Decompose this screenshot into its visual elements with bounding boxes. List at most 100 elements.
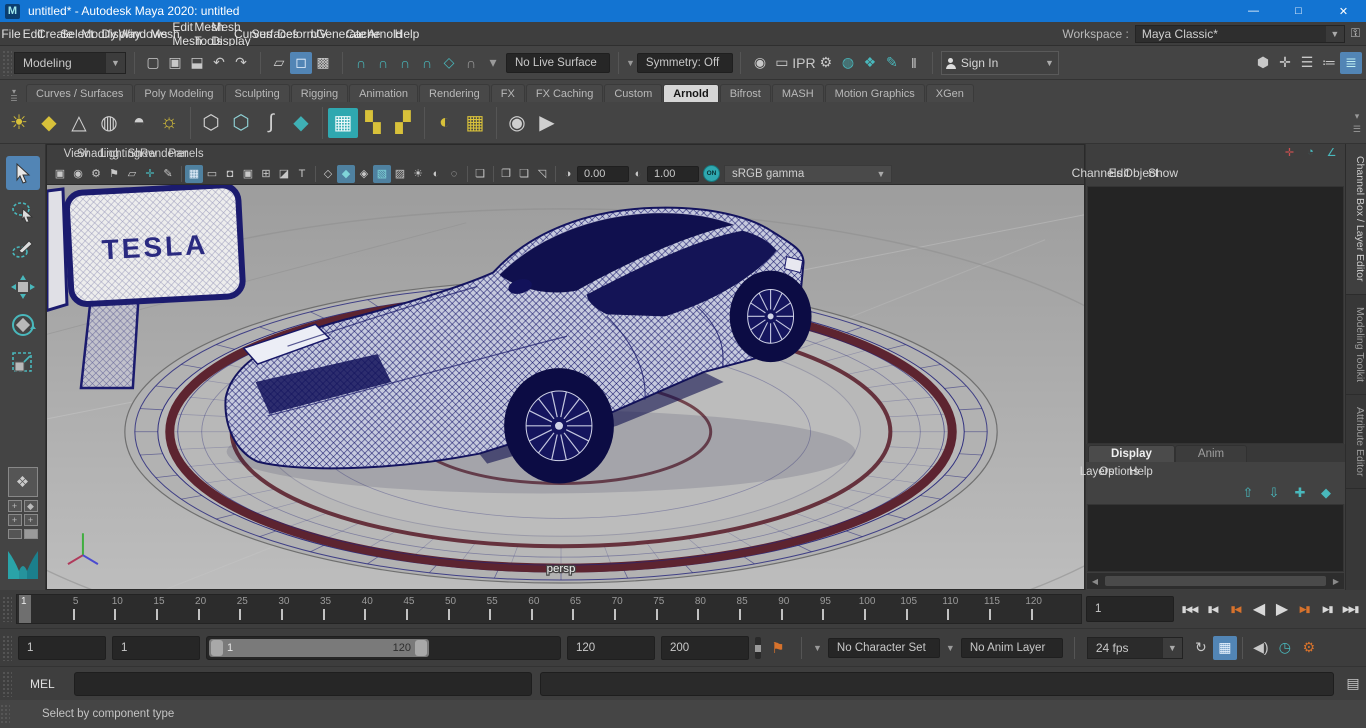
chevron-down-icon[interactable]: ▼ bbox=[813, 643, 822, 653]
safe-title-icon[interactable]: T bbox=[293, 165, 311, 183]
step-forward-key-button[interactable]: ▶▮ bbox=[1293, 597, 1316, 621]
animation-preferences-icon[interactable]: ⚙ bbox=[1297, 636, 1321, 660]
close-button[interactable]: ✕ bbox=[1321, 0, 1366, 22]
two-pane-layout-button[interactable] bbox=[8, 529, 38, 539]
grease-pencil-icon[interactable]: ✎ bbox=[159, 165, 177, 183]
shelf-menu-icon[interactable]: ▾☰ bbox=[2, 88, 26, 102]
side-tab-2[interactable]: Attribute Editor bbox=[1346, 395, 1366, 489]
open-render-view-icon[interactable]: ◉ bbox=[749, 52, 771, 74]
section-grip[interactable] bbox=[2, 635, 12, 661]
shaded-mode-icon[interactable]: ◆ bbox=[337, 165, 355, 183]
maximize-pane-icon[interactable]: ◹ bbox=[533, 165, 551, 183]
safe-action-icon[interactable]: ◪ bbox=[275, 165, 293, 183]
step-back-key-button[interactable]: ▮◀ bbox=[1224, 597, 1247, 621]
grid-toggle-icon[interactable]: ▦ bbox=[185, 165, 203, 183]
chevron-down-icon[interactable]: ▼ bbox=[626, 58, 635, 68]
shelf-tab-1[interactable]: Poly Modeling bbox=[134, 84, 223, 102]
lasso-select-tool[interactable] bbox=[6, 194, 40, 228]
layer-menu-2[interactable]: Help bbox=[1130, 461, 1152, 483]
wireframe-on-shaded-icon[interactable]: ◈ bbox=[355, 165, 373, 183]
side-tab-1[interactable]: Modeling Toolkit bbox=[1346, 295, 1366, 395]
arnold-flush-texture-cache-icon[interactable]: ▞ bbox=[388, 108, 418, 138]
gamma-field[interactable]: 1.00 bbox=[647, 166, 699, 182]
layer-move-down-icon[interactable]: ⇩ bbox=[1265, 484, 1283, 502]
menu-set-dropdown[interactable]: Modeling ▼ bbox=[14, 52, 126, 74]
redo-icon[interactable]: ↷ bbox=[230, 52, 252, 74]
character-set-field[interactable]: No Character Set bbox=[828, 638, 940, 658]
workspace-lock-icon[interactable]: ⚿ bbox=[1351, 26, 1360, 41]
separate-panes-icon[interactable]: ❐ bbox=[497, 165, 515, 183]
timeline-ruler[interactable]: 1 51015202530354045505560657075808590951… bbox=[16, 594, 1082, 624]
panel-menu-5[interactable]: Panels bbox=[175, 143, 197, 165]
play-backwards-button[interactable]: ◀ bbox=[1247, 597, 1270, 621]
arnold-light-portal-icon[interactable]: ◓ bbox=[124, 108, 154, 138]
gate-mask-icon[interactable]: ▣ bbox=[239, 165, 257, 183]
chevron-down-icon[interactable]: ▼ bbox=[1326, 26, 1344, 42]
arnold-area-light-icon[interactable]: ☀ bbox=[4, 108, 34, 138]
wireframe-mode-icon[interactable]: ◇ bbox=[319, 165, 337, 183]
render-settings-icon[interactable]: ⚙ bbox=[815, 52, 837, 74]
snap-to-projected-center-icon[interactable]: ∩ bbox=[416, 52, 438, 74]
scrollbar-thumb[interactable] bbox=[1105, 576, 1326, 586]
viewport-canvas[interactable]: TESLA bbox=[47, 185, 1084, 589]
toon-shading-icon[interactable]: ◍ bbox=[837, 52, 859, 74]
animation-end-field[interactable]: 200 bbox=[661, 636, 749, 660]
scroll-right-icon[interactable]: ▶ bbox=[1328, 577, 1344, 586]
screen-space-ao-icon[interactable]: ◌ bbox=[445, 165, 463, 183]
move-tool[interactable] bbox=[6, 270, 40, 304]
pane-layout-icon[interactable]: ❏ bbox=[515, 165, 533, 183]
arnold-export-standin-icon[interactable]: ⬡ bbox=[226, 108, 256, 138]
layer-editor-tab-0[interactable]: Display bbox=[1088, 445, 1175, 462]
rotate-tool[interactable] bbox=[6, 308, 40, 342]
layer-menu-1[interactable]: Options bbox=[1108, 461, 1130, 483]
menu-13[interactable]: Deform bbox=[286, 23, 308, 45]
make-live-icon[interactable]: ∩ bbox=[460, 52, 482, 74]
image-plane-icon[interactable]: ▱ bbox=[123, 165, 141, 183]
sign-in-dropdown[interactable]: Sign In ▼ bbox=[941, 51, 1059, 75]
shelf-tab-12[interactable]: Motion Graphics bbox=[825, 84, 925, 102]
shadows-icon[interactable]: ◐ bbox=[427, 165, 445, 183]
section-grip[interactable] bbox=[0, 704, 10, 724]
arnold-light-filter-icon[interactable]: ◐ bbox=[430, 108, 460, 138]
layer-new-from-selected-icon[interactable]: ◆ bbox=[1317, 484, 1335, 502]
layer-editor-tab-1[interactable]: Anim bbox=[1175, 445, 1247, 462]
play-forward-button[interactable]: ▶ bbox=[1270, 597, 1293, 621]
select-camera-icon[interactable]: ▣ bbox=[51, 165, 69, 183]
pan-zoom-2d-icon[interactable]: ✛ bbox=[141, 165, 159, 183]
layer-scrollbar[interactable]: ◀ ▶ bbox=[1087, 573, 1344, 589]
hyperbolic-graph-icon[interactable]: ∠ bbox=[1324, 145, 1339, 159]
command-input[interactable] bbox=[74, 672, 532, 696]
script-editor-icon[interactable]: ▤ bbox=[1342, 673, 1364, 695]
layer-list[interactable] bbox=[1087, 504, 1344, 572]
channel-box-list[interactable] bbox=[1087, 186, 1344, 444]
fps-dropdown[interactable]: 24 fps ▼ bbox=[1087, 637, 1183, 659]
pause-viewport-icon[interactable]: ‖ bbox=[903, 52, 925, 74]
tool-settings-toggle-icon[interactable]: ≔ bbox=[1318, 52, 1340, 74]
playback-start-field[interactable]: 1 bbox=[112, 636, 200, 660]
select-hierarchy-icon[interactable]: ▱ bbox=[268, 52, 290, 74]
arnold-render-view-icon[interactable]: ▦ bbox=[328, 108, 358, 138]
render-current-frame-icon[interactable]: ▭ bbox=[771, 52, 793, 74]
shelf-overflow-icon[interactable]: ▾☰ bbox=[1353, 111, 1366, 135]
arnold-physical-sky-icon[interactable]: ☼ bbox=[154, 108, 184, 138]
chevron-down-icon[interactable]: ▼ bbox=[946, 643, 955, 653]
playback-speed-slider[interactable] bbox=[755, 637, 761, 659]
modeling-toolkit-toggle-icon[interactable]: ⬢ bbox=[1252, 52, 1274, 74]
shelf-tab-8[interactable]: Custom bbox=[604, 84, 662, 102]
undo-icon[interactable]: ↶ bbox=[208, 52, 230, 74]
snap-to-view-plane-icon[interactable]: ◇ bbox=[438, 52, 460, 74]
textured-mode-icon[interactable]: ▧ bbox=[373, 165, 391, 183]
shelf-tab-9[interactable]: Arnold bbox=[663, 84, 718, 102]
paint-select-tool[interactable] bbox=[6, 232, 40, 266]
scale-tool[interactable] bbox=[6, 346, 40, 380]
arnold-render-sequence-icon[interactable]: ◉ bbox=[502, 108, 532, 138]
playback-end-field[interactable]: 120 bbox=[567, 636, 655, 660]
exposure-field[interactable]: 0.00 bbox=[577, 166, 629, 182]
range-slider[interactable]: 1 120 bbox=[206, 636, 561, 660]
arnold-curve-collector-icon[interactable]: ∫ bbox=[256, 108, 286, 138]
select-component-icon[interactable]: ▩ bbox=[312, 52, 334, 74]
shelf-tab-13[interactable]: XGen bbox=[926, 84, 974, 102]
field-chart-icon[interactable]: ⊞ bbox=[257, 165, 275, 183]
four-pane-layout-button[interactable]: +◆++ bbox=[8, 500, 38, 526]
speed-state-icon[interactable]: ◔ bbox=[1303, 145, 1318, 159]
